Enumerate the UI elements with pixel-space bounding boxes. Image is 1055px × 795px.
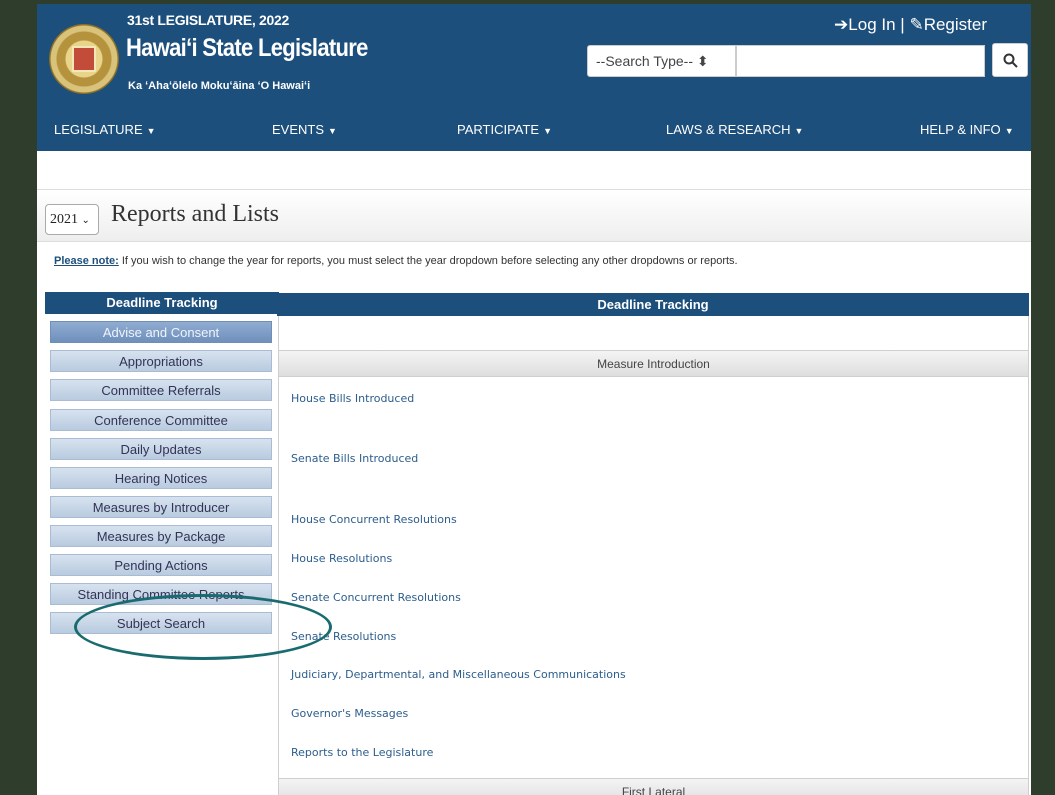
- note-label: Please note:: [54, 255, 119, 267]
- search-input[interactable]: [736, 45, 985, 77]
- nav-events[interactable]: EVENTS ▼: [272, 122, 337, 137]
- state-seal-logo[interactable]: [49, 24, 119, 94]
- year-note: Please note: If you wish to change the y…: [54, 255, 738, 267]
- login-icon: ➔: [834, 15, 849, 34]
- report-link-house-concurrent-resolutions[interactable]: House Concurrent Resolutions: [291, 513, 457, 526]
- nav-participate[interactable]: PARTICIPATE ▼: [457, 122, 552, 137]
- auth-links: ➔Log In | ✎Register: [834, 15, 987, 35]
- sidebar-heading: Deadline Tracking: [45, 292, 279, 314]
- nav-legislature[interactable]: LEGISLATURE ▼: [54, 122, 156, 137]
- annotation-highlight-ellipse: [74, 594, 332, 660]
- sidebar-item-committee-referrals[interactable]: Committee Referrals: [50, 379, 272, 401]
- site-motto: Ka ʻAhaʻōlelo Mokuʻāina ʻO Hawaiʻi: [128, 80, 311, 92]
- report-link-reports-to-legislature[interactable]: Reports to the Legislature: [291, 746, 433, 759]
- page-title: Reports and Lists: [111, 201, 279, 227]
- sidebar-item-daily-updates[interactable]: Daily Updates: [50, 438, 272, 460]
- site-header: 31st LEGISLATURE, 2022 Hawai‘i State Leg…: [37, 4, 1031, 151]
- sidebar-item-appropriations[interactable]: Appropriations: [50, 350, 272, 372]
- main-nav: LEGISLATURE ▼ EVENTS ▼ PARTICIPATE ▼ LAWS &…: [37, 122, 1031, 151]
- nav-laws-research[interactable]: LAWS & RESEARCH ▼: [666, 122, 803, 137]
- browser-page: 31st LEGISLATURE, 2022 Hawai‘i State Leg…: [37, 4, 1031, 795]
- section-heading-measure-introduction: Measure Introduction: [279, 350, 1028, 377]
- title-bar: 2021 ⌄ Reports and Lists: [37, 190, 1031, 242]
- search-icon: [1003, 53, 1018, 68]
- section-heading-first-lateral: First Lateral: [279, 778, 1028, 795]
- session-label: 31st LEGISLATURE, 2022: [127, 12, 289, 28]
- login-link[interactable]: Log In: [848, 15, 895, 34]
- report-link-communications[interactable]: Judiciary, Departmental, and Miscellaneo…: [291, 668, 626, 681]
- chevron-down-icon: ▼: [146, 126, 156, 136]
- report-link-senate-concurrent-resolutions[interactable]: Senate Concurrent Resolutions: [291, 591, 461, 604]
- search-button[interactable]: [992, 43, 1028, 77]
- chevron-down-icon: ▼: [1004, 126, 1014, 136]
- panel-heading: Deadline Tracking: [277, 293, 1029, 316]
- sidebar-item-hearing-notices[interactable]: Hearing Notices: [50, 467, 272, 489]
- chevron-down-icon: ▼: [543, 126, 553, 136]
- sidebar-item-advise-and-consent[interactable]: Advise and Consent: [50, 321, 272, 343]
- report-link-house-resolutions[interactable]: House Resolutions: [291, 552, 392, 565]
- sidebar-item-conference-committee[interactable]: Conference Committee: [50, 409, 272, 431]
- spacer-strip: [37, 151, 1031, 190]
- sidebar-item-measures-by-introducer[interactable]: Measures by Introducer: [50, 496, 272, 518]
- year-select[interactable]: 2021 ⌄: [45, 204, 99, 235]
- report-link-governors-messages[interactable]: Governor's Messages: [291, 707, 408, 720]
- chevron-down-icon: ▼: [328, 126, 337, 136]
- register-link[interactable]: Register: [924, 15, 987, 34]
- site-title[interactable]: Hawai‘i State Legislature: [126, 34, 368, 63]
- chevron-down-icon: ▼: [794, 126, 804, 136]
- register-icon: ✎: [909, 15, 924, 34]
- note-text: If you wish to change the year for repor…: [118, 255, 738, 267]
- nav-help-info[interactable]: HELP & INFO ▼: [920, 122, 1014, 137]
- chevron-down-icon: ⌄: [81, 215, 90, 226]
- search-type-select[interactable]: --Search Type-- ⬍: [587, 45, 736, 77]
- sidebar-item-measures-by-package[interactable]: Measures by Package: [50, 525, 272, 547]
- report-link-senate-bills-introduced[interactable]: Senate Bills Introduced: [291, 452, 418, 465]
- report-link-house-bills-introduced[interactable]: House Bills Introduced: [291, 392, 414, 405]
- report-panel: Measure Introduction House Bills Introdu…: [278, 316, 1029, 795]
- sidebar-item-pending-actions[interactable]: Pending Actions: [50, 554, 272, 576]
- auth-separator: |: [900, 15, 905, 34]
